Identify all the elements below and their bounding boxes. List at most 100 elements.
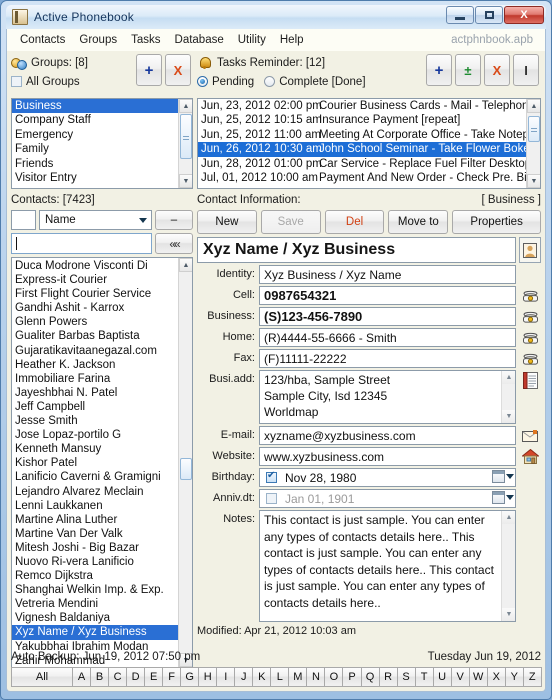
chevron-down-icon[interactable]	[506, 474, 514, 479]
contacts-scrollbar[interactable]: ▲ ▼	[178, 258, 192, 667]
menu-item-groups[interactable]: Groups	[72, 32, 124, 48]
alpha-filter-v[interactable]: V	[450, 667, 470, 687]
business-address-input[interactable]: 123/hba, Sample Street Sample City, Isd …	[259, 370, 516, 424]
contact-list-item[interactable]: Jose Lopaz-portilo G	[12, 428, 178, 442]
business-address-scrollbar[interactable]: ▲ ▼	[501, 371, 515, 423]
contact-list-item[interactable]: Jesse Smith	[12, 414, 178, 428]
alpha-filter-f[interactable]: F	[162, 667, 182, 687]
contact-list-item[interactable]: Heather K. Jackson	[12, 358, 178, 372]
contact-list-item[interactable]: Xyz Name / Xyz Business	[12, 625, 178, 640]
contact-list-item[interactable]: First Flight Courier Service	[12, 287, 178, 301]
all-groups-checkbox[interactable]	[11, 76, 22, 87]
alpha-filter-s[interactable]: S	[396, 667, 416, 687]
menu-item-tasks[interactable]: Tasks	[124, 32, 167, 48]
alpha-filter-t[interactable]: T	[414, 667, 434, 687]
phone-icon[interactable]	[519, 328, 541, 347]
task-list-item[interactable]: Jun, 25, 2012 10:15 amInsurance Payment …	[198, 113, 526, 127]
contact-display-name[interactable]: Xyz Name / Xyz Business	[197, 237, 516, 263]
alpha-filter-u[interactable]: U	[432, 667, 452, 687]
new-button[interactable]: New	[197, 210, 257, 234]
contact-photo-icon[interactable]	[519, 237, 541, 263]
website-input[interactable]: www.xyzbusiness.com	[259, 447, 516, 466]
contact-list-item[interactable]: Lanificio Caverni & Gramigni	[12, 470, 178, 484]
groups-scrollbar[interactable]: ▲ ▼	[178, 99, 192, 188]
pending-radio-wrap[interactable]: Pending	[197, 76, 254, 88]
notes-scroll-up-icon[interactable]: ▲	[502, 511, 515, 524]
move-to-button[interactable]: Move to	[388, 210, 449, 234]
anniversary-input[interactable]: Jan 01, 1901	[259, 489, 516, 508]
envelope-icon[interactable]	[519, 426, 541, 445]
group-list-item[interactable]: Family	[12, 142, 178, 156]
minimize-button[interactable]	[446, 6, 474, 24]
alpha-filter-x[interactable]: X	[486, 667, 506, 687]
task-list-item[interactable]: Jun, 26, 2012 10:30 amJohn School Semina…	[198, 142, 526, 157]
home-icon[interactable]	[519, 447, 541, 466]
phone-icon[interactable]	[519, 349, 541, 368]
contact-list-item[interactable]: Mitesh Joshi - Big Bazar	[12, 541, 178, 555]
contact-list-item[interactable]: Kishor Patel	[12, 456, 178, 470]
contact-list-item[interactable]: Martine Alina Luther	[12, 513, 178, 527]
phone-icon[interactable]	[519, 286, 541, 305]
alpha-filter-all[interactable]: All	[11, 667, 73, 687]
contacts-filter-box[interactable]	[11, 210, 36, 230]
document-icon[interactable]	[519, 370, 541, 424]
alpha-filter-l[interactable]: L	[270, 667, 290, 687]
birthday-picker-buttons[interactable]	[492, 470, 514, 483]
properties-button[interactable]: Properties	[452, 210, 541, 234]
calendar-icon[interactable]	[492, 491, 505, 504]
close-button[interactable]: X	[504, 6, 544, 24]
contact-list-item[interactable]: Gujaratikavitaanegazal.com	[12, 344, 178, 358]
alpha-filter-n[interactable]: N	[306, 667, 326, 687]
save-button[interactable]: Save	[260, 210, 321, 234]
remove-contact-button[interactable]: –	[155, 210, 193, 230]
contact-list-item[interactable]: Glenn Powers	[12, 315, 178, 329]
complete-radio-wrap[interactable]: Complete [Done]	[264, 76, 366, 88]
anniversary-checkbox[interactable]	[266, 493, 277, 504]
field-input[interactable]: Xyz Business / Xyz Name	[259, 265, 516, 284]
menu-item-help[interactable]: Help	[273, 32, 311, 48]
contact-list-item[interactable]: Vignesh Baldaniya	[12, 611, 178, 625]
contact-list-item[interactable]: Nuovo Ri-vera Lanificio	[12, 555, 178, 569]
chevron-down-icon[interactable]	[506, 495, 514, 500]
alpha-filter-o[interactable]: O	[324, 667, 344, 687]
anniversary-picker-buttons[interactable]	[492, 491, 514, 504]
contact-list-item[interactable]: Lejandro Alvarez Meclain	[12, 485, 178, 499]
groups-scroll-thumb[interactable]	[180, 114, 192, 159]
maximize-button[interactable]	[475, 6, 503, 24]
alpha-filter-q[interactable]: Q	[360, 667, 380, 687]
alpha-filter-g[interactable]: G	[180, 667, 200, 687]
group-list-item[interactable]: Emergency	[12, 128, 178, 142]
birthday-input[interactable]: Nov 28, 1980	[259, 468, 516, 487]
alpha-filter-h[interactable]: H	[198, 667, 218, 687]
add-task-button[interactable]: +	[426, 54, 452, 86]
complete-radio[interactable]	[264, 76, 276, 87]
delete-task-button[interactable]: X	[484, 54, 510, 86]
notes-scroll-down-icon[interactable]: ▼	[502, 608, 515, 621]
task-list-item[interactable]: Jun, 28, 2012 01:00 pmCar Service - Repl…	[198, 157, 526, 171]
alpha-filter-d[interactable]: D	[126, 667, 146, 687]
calendar-icon[interactable]	[492, 470, 505, 483]
contact-list-item[interactable]: Martine Van Der Valk	[12, 527, 178, 541]
group-list-item[interactable]: Business	[12, 99, 178, 114]
contacts-scroll-thumb[interactable]	[180, 458, 192, 480]
contacts-scroll-up-icon[interactable]: ▲	[179, 258, 192, 272]
group-list-item[interactable]: Company Staff	[12, 113, 178, 127]
contact-list-item[interactable]: Immobiliare Farina	[12, 372, 178, 386]
delete-button[interactable]: Del	[324, 210, 385, 234]
task-list-item[interactable]: Jun, 25, 2012 11:00 amMeeting At Corpora…	[198, 128, 526, 142]
field-input[interactable]: (F)11111-22222	[259, 349, 516, 368]
groups-scroll-down-icon[interactable]: ▼	[179, 174, 192, 188]
tasks-scroll-down-icon[interactable]: ▼	[527, 174, 540, 188]
alpha-filter-z[interactable]: Z	[522, 667, 542, 687]
search-input[interactable]	[11, 233, 152, 254]
notes-scrollbar[interactable]: ▲ ▼	[501, 511, 515, 621]
alpha-filter-w[interactable]: W	[468, 667, 488, 687]
task-details-button[interactable]: I	[513, 54, 539, 86]
tasks-scrollbar[interactable]: ▲ ▼	[526, 99, 540, 188]
alpha-filter-c[interactable]: C	[108, 667, 128, 687]
contact-list-item[interactable]: Jeff Campbell	[12, 400, 178, 414]
contact-list-item[interactable]: Duca Modrone Visconti Di	[12, 259, 178, 273]
contact-list-item[interactable]: Vetreria Mendini	[12, 597, 178, 611]
alpha-filter-k[interactable]: K	[252, 667, 272, 687]
tasks-scroll-thumb[interactable]	[528, 116, 540, 142]
